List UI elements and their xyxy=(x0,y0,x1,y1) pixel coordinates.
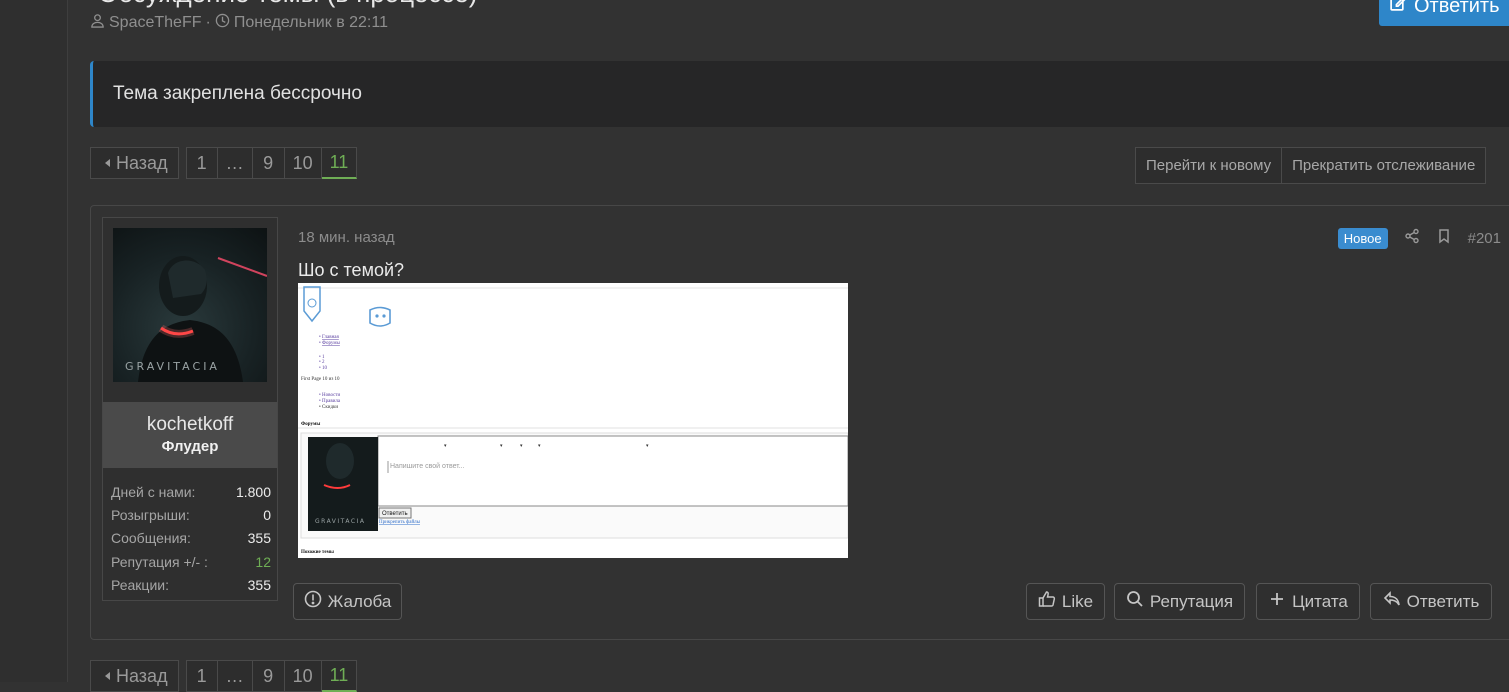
post-tools: Новое #201 xyxy=(1337,228,1501,249)
thread-title: Обсуждение темы (в процессе) xyxy=(98,0,477,9)
caret-left-icon xyxy=(105,672,110,680)
like-button[interactable]: Like xyxy=(1026,583,1105,620)
caret-left-icon xyxy=(105,159,110,167)
stat-row: Сообщения: 355 xyxy=(111,527,271,550)
post-time[interactable]: 18 мин. назад xyxy=(298,229,395,246)
thread-author[interactable]: SpaceTheFF xyxy=(109,14,201,32)
main-content: Обсуждение темы (в процессе) SpaceTheFF … xyxy=(68,0,1509,692)
svg-text:Похожие темы: Похожие темы xyxy=(301,550,334,555)
svg-text:Форумы: Форумы xyxy=(301,422,320,427)
reply-label: Ответить xyxy=(1406,591,1480,611)
username[interactable]: kochetkoff xyxy=(103,414,277,436)
svg-text:• Главная: • Главная xyxy=(319,335,340,340)
svg-text:• Новости: • Новости xyxy=(319,393,340,398)
meta-separator: · xyxy=(205,14,211,31)
reply-button-top[interactable]: Ответить xyxy=(1379,0,1509,26)
thumbs-up-icon xyxy=(1038,590,1056,613)
pager-ellipsis[interactable]: … xyxy=(217,147,253,179)
pager-page[interactable]: 10 xyxy=(284,147,322,179)
pager-ellipsis[interactable]: … xyxy=(217,660,253,692)
post-text: Шо с темой? xyxy=(298,260,405,280)
pager-back-label: Назад xyxy=(116,665,168,686)
svg-text:GRAVITACIA: GRAVITACIA xyxy=(315,518,365,525)
user-card: GRAVITACIA kochetkoff Флудер Дней с нами… xyxy=(102,217,278,601)
like-label: Like xyxy=(1061,591,1094,611)
reputation-label: Репутация xyxy=(1149,591,1234,611)
pinned-notice: Тема закреплена бессрочно xyxy=(90,61,1509,127)
user-stats: Дней с нами: 1.800 Розыгрыши: 0 Сообщения:… xyxy=(111,480,271,596)
stat-label: Розыгрыши: xyxy=(111,506,190,523)
stat-value: 12 xyxy=(255,553,271,570)
user-header: kochetkoff Флудер xyxy=(103,402,277,468)
svg-text:Прикрепить файлы: Прикрепить файлы xyxy=(379,520,421,525)
avatar-text: GRAVITACIA xyxy=(125,360,220,373)
post-attachment-image[interactable]: • Главная • Форумы • 1 • 2 • 10 First Pa… xyxy=(298,283,848,558)
svg-text:First Page 10 из 10: First Page 10 из 10 xyxy=(301,377,340,382)
stat-value: 355 xyxy=(247,530,271,547)
report-label: Жалоба xyxy=(327,591,392,611)
search-icon xyxy=(1126,590,1144,613)
svg-text:• Скидки: • Скидки xyxy=(319,405,338,410)
stat-value: 1.800 xyxy=(235,483,271,500)
quote-button[interactable]: Цитата xyxy=(1256,583,1360,620)
pagination-top: Назад 1 … 9 10 11 xyxy=(90,147,358,179)
pager-numbers: 1 … 9 10 11 xyxy=(185,660,358,692)
pager-page[interactable]: 9 xyxy=(252,660,285,692)
edit-icon xyxy=(1389,0,1406,18)
pager-page-current[interactable]: 11 xyxy=(321,660,358,692)
svg-text:Ответить: Ответить xyxy=(382,511,408,517)
pager-page[interactable]: 1 xyxy=(185,660,218,692)
reply-button-top-label: Ответить xyxy=(1414,0,1500,17)
pager-page-current[interactable]: 11 xyxy=(321,147,358,179)
post: GRAVITACIA kochetkoff Флудер Дней с нами… xyxy=(90,205,1509,640)
new-badge: Новое xyxy=(1337,228,1388,249)
pager-back-button[interactable]: Назад xyxy=(90,147,179,179)
watch-buttons: Перейти к новому Прекратить отслеживание xyxy=(1135,147,1487,184)
stat-label: Дней с нами: xyxy=(111,483,196,500)
share-icon[interactable] xyxy=(1404,228,1420,249)
plus-icon xyxy=(1268,590,1286,613)
reply-button[interactable]: Ответить xyxy=(1370,583,1492,620)
svg-text:• 10: • 10 xyxy=(319,366,328,371)
stat-row: Реакции: 355 xyxy=(111,573,271,596)
unwatch-button[interactable]: Прекратить отслеживание xyxy=(1282,147,1487,184)
thread-date[interactable]: Понедельник в 22:11 xyxy=(234,14,388,32)
reply-icon xyxy=(1383,590,1401,613)
pager-page[interactable]: 1 xyxy=(185,147,218,179)
pager-back-button[interactable]: Назад xyxy=(90,660,179,692)
reputation-button[interactable]: Репутация xyxy=(1114,583,1245,620)
stat-value: 0 xyxy=(263,506,271,523)
bookmark-icon[interactable] xyxy=(1436,228,1452,249)
stat-row: Репутация +/- : 12 xyxy=(111,550,271,573)
user-icon xyxy=(90,13,105,33)
stat-label: Сообщения: xyxy=(111,530,191,547)
report-button[interactable]: Жалоба xyxy=(293,583,402,620)
user-role: Флудер xyxy=(161,438,219,455)
stat-row: Розыгрыши: 0 xyxy=(111,503,271,526)
stat-label: Репутация +/- : xyxy=(111,553,208,570)
pagination-bottom: Назад 1 … 9 10 11 xyxy=(90,660,358,692)
avatar[interactable]: GRAVITACIA xyxy=(113,228,267,382)
stat-row: Дней с нами: 1.800 xyxy=(111,480,271,503)
svg-text:• 2: • 2 xyxy=(319,360,325,365)
goto-new-button[interactable]: Перейти к новому xyxy=(1135,147,1283,184)
svg-text:• Правила: • Правила xyxy=(319,399,341,404)
clock-icon xyxy=(215,13,230,33)
post-number[interactable]: #201 xyxy=(1468,230,1501,247)
pager-numbers: 1 … 9 10 11 xyxy=(185,147,358,179)
pager-back-label: Назад xyxy=(116,152,168,173)
pager-page[interactable]: 9 xyxy=(252,147,285,179)
stat-label: Реакции: xyxy=(111,576,169,593)
left-sidebar xyxy=(0,0,68,682)
alert-icon xyxy=(304,590,322,613)
pager-page[interactable]: 10 xyxy=(284,660,322,692)
quote-label: Цитата xyxy=(1292,591,1348,611)
post-actions: Жалоба Like Репутация Цитата Ответить xyxy=(293,583,1493,621)
stat-value: 355 xyxy=(247,576,271,593)
notice-text: Тема закреплена бессрочно xyxy=(113,83,362,104)
svg-text:• Форумы: • Форумы xyxy=(319,341,340,346)
svg-text:Напишите свой ответ...: Напишите свой ответ... xyxy=(390,462,465,470)
thread-meta: SpaceTheFF · Понедельник в 22:11 xyxy=(90,13,388,33)
